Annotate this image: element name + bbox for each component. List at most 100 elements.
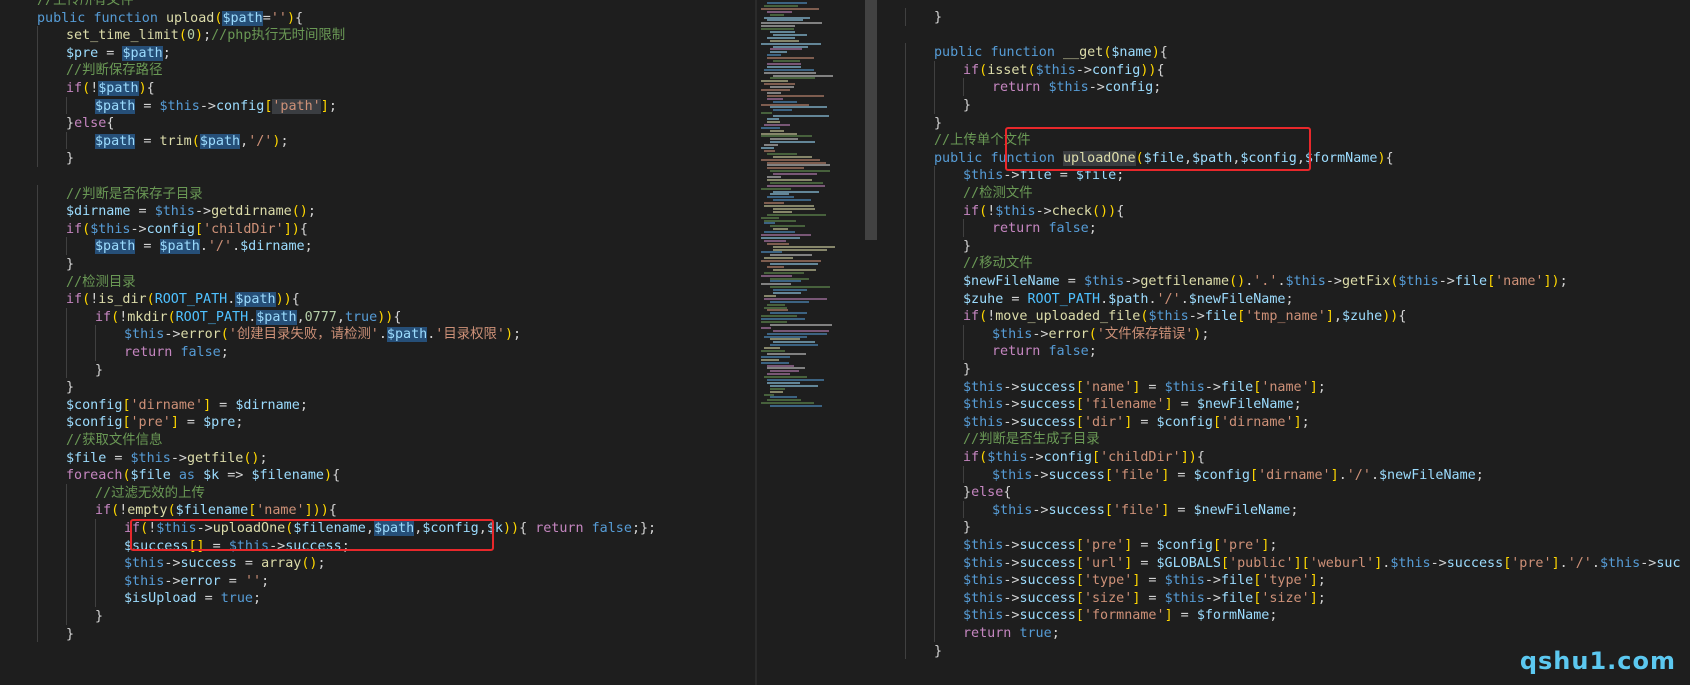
- code-line[interactable]: $this->error('创建目录失败，请检测'.$path.'目录权限');: [124, 325, 521, 344]
- code-token: ]: [1551, 555, 1560, 571]
- indent-guide: [934, 219, 935, 237]
- code-token: =: [135, 239, 160, 255]
- code-line[interactable]: $config['dirname'] = $dirname;: [66, 396, 308, 415]
- code-line[interactable]: }: [66, 378, 74, 397]
- minimap-line: [773, 289, 807, 292]
- code-line[interactable]: //移动文件: [963, 254, 1033, 273]
- code-line[interactable]: $zuhe = ROOT_PATH.$path.'/'.$newFileName…: [963, 290, 1294, 309]
- minimap-scrollbar[interactable]: [865, 0, 877, 240]
- code-line[interactable]: $success[] = $this->success;: [124, 537, 350, 556]
- code-token: return: [535, 521, 584, 536]
- code-line[interactable]: //过滤无效的上传: [95, 484, 205, 503]
- code-line[interactable]: $path = $path.'/'.$dirname;: [95, 237, 313, 256]
- code-line[interactable]: }: [934, 642, 942, 661]
- indent-guide: [905, 131, 906, 149]
- indent-guide: [905, 166, 906, 184]
- code-line[interactable]: $this->success['file'] = $newFileName;: [992, 501, 1298, 520]
- code-line[interactable]: }: [934, 8, 942, 27]
- code-line[interactable]: $this->success['filename'] = $newFileNam…: [963, 395, 1302, 414]
- code-line[interactable]: $path = $this->config['path'];: [95, 97, 337, 116]
- code-line[interactable]: if(!$this->check()){: [963, 202, 1124, 221]
- code-token: ): [324, 468, 333, 484]
- indent-guide: [934, 465, 935, 484]
- code-line[interactable]: }: [963, 360, 971, 379]
- code-line[interactable]: //判断保存路径: [66, 61, 162, 80]
- code-line[interactable]: }else{: [963, 483, 1011, 502]
- indent-guide: [905, 641, 906, 660]
- code-token: $this: [1390, 555, 1431, 571]
- code-line[interactable]: public function uploadOne($file,$path,$c…: [934, 149, 1394, 168]
- code-line[interactable]: set_time_limit(0);//php执行无时间限制: [66, 26, 345, 45]
- code-token: false: [1048, 221, 1089, 237]
- code-token: 'formname': [1083, 608, 1165, 624]
- code-token: }: [66, 380, 75, 396]
- code-line[interactable]: $this->success['name'] = $this->file['na…: [963, 378, 1326, 397]
- minimap-line: [761, 236, 800, 239]
- code-line[interactable]: //检测文件: [963, 184, 1033, 203]
- code-line[interactable]: }: [963, 96, 971, 115]
- code-line[interactable]: return false;: [124, 343, 229, 362]
- minimap[interactable]: [757, 0, 877, 685]
- code-line[interactable]: if(!move_uploaded_file($this->file['tmp_…: [963, 307, 1406, 326]
- code-line[interactable]: if(!$path){: [66, 79, 155, 98]
- code-line[interactable]: }: [66, 255, 74, 274]
- code-line[interactable]: foreach($file as $k => $filename){: [66, 466, 340, 485]
- code-line[interactable]: return false;: [992, 219, 1097, 238]
- indent-guide: [37, 343, 38, 361]
- code-line[interactable]: }: [963, 237, 971, 256]
- code-line[interactable]: $newFileName = $this->getfilename().'.'.…: [963, 272, 1568, 291]
- code-line[interactable]: //检测目录: [66, 273, 136, 292]
- code-token: [: [1487, 274, 1496, 289]
- code-line[interactable]: $pre = $path;: [66, 44, 171, 63]
- code-line[interactable]: $this->success['pre'] = $config['pre'];: [963, 536, 1277, 555]
- code-line[interactable]: //判断是否生成子目录: [963, 430, 1100, 449]
- code-line[interactable]: if($this->config['childDir']){: [963, 448, 1205, 467]
- code-token: return: [963, 626, 1012, 641]
- code-line[interactable]: if($this->config['childDir']){: [66, 220, 308, 239]
- code-line[interactable]: return true;: [963, 624, 1060, 643]
- code-line[interactable]: }: [963, 518, 971, 537]
- code-line[interactable]: }: [66, 625, 74, 644]
- minimap-line: [764, 16, 810, 19]
- code-line[interactable]: public function upload($path=''){: [37, 9, 303, 28]
- code-line[interactable]: $this->success['url'] = $GLOBALS['public…: [963, 554, 1681, 573]
- code-line[interactable]: $this->error = '';: [124, 572, 269, 591]
- code-line[interactable]: return $this->config;: [992, 78, 1161, 97]
- code-line[interactable]: return false;: [992, 342, 1097, 361]
- code-line[interactable]: public function __get($name){: [934, 43, 1168, 62]
- code-line[interactable]: $config['pre'] = $pre;: [66, 413, 243, 432]
- code-line[interactable]: }: [66, 149, 74, 168]
- code-line[interactable]: }: [95, 361, 103, 380]
- code-line[interactable]: //上传单个文件: [934, 131, 1030, 150]
- code-line[interactable]: $this->error('文件保存错误');: [992, 325, 1209, 344]
- code-line[interactable]: $this->success['file'] = $config['dirnam…: [992, 466, 1484, 485]
- code-token: ->: [196, 521, 213, 536]
- code-line[interactable]: $dirname = $this->getdirname();: [66, 202, 316, 221]
- code-line[interactable]: $this->file = $file;: [963, 166, 1124, 185]
- left-editor-pane[interactable]: //上传所有文件 public function upload($path='')…: [0, 0, 755, 685]
- code-line[interactable]: if(!empty($filename['name'])){: [95, 501, 337, 520]
- code-line[interactable]: if(!mkdir(ROOT_PATH.$path,0777,true)){: [95, 308, 401, 327]
- code-token: (: [122, 468, 131, 484]
- code-line[interactable]: //获取文件信息: [66, 431, 162, 450]
- code-line[interactable]: $this->success['type'] = $this->file['ty…: [963, 571, 1326, 590]
- code-line[interactable]: }: [934, 114, 942, 133]
- code-token: 'dirname': [1258, 467, 1331, 483]
- code-line[interactable]: $this->success['dir'] = $config['dirname…: [963, 413, 1310, 432]
- code-line[interactable]: //判断是否保存子目录: [66, 185, 203, 204]
- code-line[interactable]: $path = trim($path,'/');: [95, 132, 289, 151]
- code-line[interactable]: $this->success['size'] = $this->file['si…: [963, 589, 1326, 608]
- code-line[interactable]: $file = $this->getfile();: [66, 449, 268, 468]
- code-line[interactable]: }: [95, 607, 103, 626]
- code-line[interactable]: if(!is_dir(ROOT_PATH.$path)){: [66, 290, 300, 309]
- code-line[interactable]: $isUpload = true;: [124, 589, 261, 608]
- code-line[interactable]: if(!$this->uploadOne($filename,$path,$co…: [124, 519, 656, 538]
- code-line[interactable]: $this->success = array();: [124, 554, 326, 573]
- code-line[interactable]: $this->success['formname'] = $formName;: [963, 606, 1277, 625]
- right-editor-pane[interactable]: 31}3233public function __get($name){34if…: [877, 0, 1690, 685]
- indent-guide: [37, 501, 38, 519]
- minimap-line: [761, 187, 791, 190]
- code-token: [: [122, 397, 131, 413]
- code-line[interactable]: if(isset($this->config)){: [963, 61, 1165, 80]
- code-line[interactable]: }else{: [66, 114, 114, 133]
